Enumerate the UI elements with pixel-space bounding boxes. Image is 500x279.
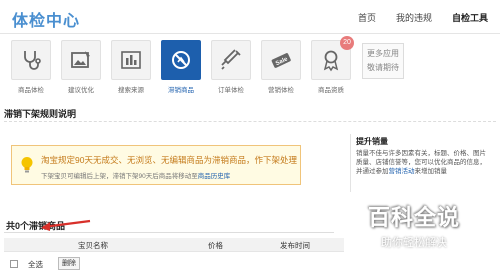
column-header-publish-time: 发布时间 xyxy=(280,241,310,250)
tool-icon-box: Sale xyxy=(261,40,301,80)
tool-bar: 商品体检 建议优化 搜索来源 滞销商品 订单体检 Sale 营销体检 商品资质 … xyxy=(10,36,490,96)
column-header-price: 价格 xyxy=(208,241,223,250)
tool-label: 商品资质 xyxy=(318,87,344,94)
delete-button[interactable]: 删除 xyxy=(58,257,80,270)
tool-label: 建议优化 xyxy=(68,87,94,94)
more-apps-line2: 敬请期待 xyxy=(367,63,399,72)
stalled-goods-icon xyxy=(172,51,190,69)
notice-sub-text: 下架宝贝可编辑后上架，滞销下架90天后商品将移动至商品历史库 xyxy=(41,170,230,180)
tool-icon-box xyxy=(11,40,51,80)
marketing-activity-link[interactable]: 营销活动 xyxy=(389,168,415,175)
tool-product-checkup[interactable]: 商品体检 xyxy=(10,40,52,94)
tool-icon-box xyxy=(61,40,101,80)
tool-label: 搜索来源 xyxy=(118,87,144,94)
tool-icon-box xyxy=(211,40,251,80)
nav-home[interactable]: 首页 xyxy=(358,11,376,24)
rule-notice: 淘宝规定90天无成交、无浏览、无编辑商品为滞销商品，作下架处理 下架宝贝可编辑后… xyxy=(11,145,301,185)
tool-icon-box xyxy=(111,40,151,80)
tool-label: 滞销商品 xyxy=(168,87,194,94)
watermark-subtitle: 助你轻松解决 xyxy=(381,237,447,249)
sale-tag-icon: Sale xyxy=(271,53,291,68)
top-nav: 首页 我的违规 自检工具 xyxy=(358,11,488,24)
tip-box: 提升销量 销量不佳与许多因素有关，标题、价格、图片质量、店铺信誉等，您可以优化商… xyxy=(350,134,492,192)
divider xyxy=(4,121,496,122)
tool-product-qualification[interactable]: 商品资质 20 xyxy=(310,36,354,94)
notice-sub-prefix: 下架宝贝可编辑后上架，滞销下架90天后商品将移动至 xyxy=(41,173,198,180)
tool-label: 订单体检 xyxy=(218,87,244,94)
tool-order-checkup[interactable]: 订单体检 xyxy=(210,40,252,94)
top-bar: 体检中心 首页 我的违规 自检工具 xyxy=(0,0,500,34)
tool-stalled-goods[interactable]: 滞销商品 xyxy=(160,40,202,94)
tool-search-source[interactable]: 搜索来源 xyxy=(110,40,152,94)
watermark-logo: 百科全说 xyxy=(367,205,460,230)
syringe-icon xyxy=(221,49,241,70)
watermark: 百科全说 助你轻松解决 xyxy=(344,200,484,256)
award-ribbon-icon xyxy=(323,50,339,72)
tool-label: 营销体检 xyxy=(268,87,294,94)
tip-title: 提升销量 xyxy=(356,137,388,146)
column-header-item-name: 宝贝名称 xyxy=(78,241,108,250)
notification-badge: 20 xyxy=(340,36,354,50)
bar-chart-icon xyxy=(121,51,141,69)
table-header: 宝贝名称 价格 发布时间 xyxy=(4,238,344,252)
notice-main-text: 淘宝规定90天无成交、无浏览、无编辑商品为滞销商品，作下架处理 xyxy=(41,155,297,165)
stethoscope-icon xyxy=(24,51,41,70)
divider xyxy=(4,232,334,233)
rules-section-title: 滞销下架规则说明 xyxy=(4,109,77,119)
tool-label: 商品体检 xyxy=(18,87,44,94)
tip-text-suffix: 来增加销量 xyxy=(414,168,448,175)
nav-my-violations[interactable]: 我的违规 xyxy=(396,11,432,24)
history-library-link[interactable]: 商品历史库 xyxy=(198,173,231,180)
bulk-actions-row: 全选 删除 xyxy=(4,256,496,274)
lightbulb-icon xyxy=(21,157,33,173)
more-apps-line1: 更多应用 xyxy=(367,49,399,58)
nav-self-check-tools[interactable]: 自检工具 xyxy=(452,11,488,24)
more-apps-button[interactable]: 更多应用 敬请期待 xyxy=(362,43,404,79)
tool-marketing-checkup[interactable]: Sale 营销体检 xyxy=(260,40,302,94)
red-arrow-icon xyxy=(41,219,91,231)
tool-suggest-optimize[interactable]: 建议优化 xyxy=(60,40,102,94)
page-title: 体检中心 xyxy=(12,13,81,30)
tip-text: 销量不佳与许多因素有关，标题、价格、图片质量、店铺信誉等，您可以优化商品的信息，… xyxy=(356,149,492,176)
select-all-checkbox[interactable] xyxy=(10,260,18,268)
tool-icon-box xyxy=(161,40,201,80)
image-edit-icon xyxy=(71,51,90,68)
select-all-label[interactable]: 全选 xyxy=(28,259,43,270)
